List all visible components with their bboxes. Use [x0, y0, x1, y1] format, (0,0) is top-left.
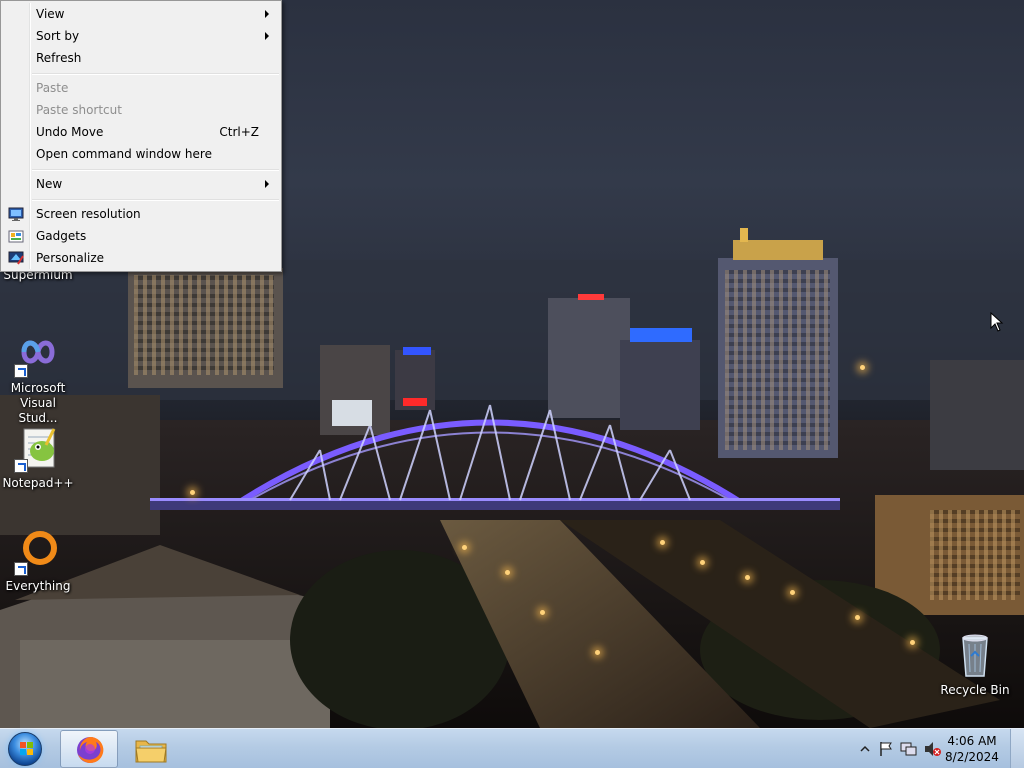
menu-item-personalize[interactable]: Personalize	[3, 247, 279, 269]
taskbar-button-firefox[interactable]	[60, 730, 118, 768]
clock-date: 8/2/2024	[945, 750, 999, 764]
street-light	[505, 570, 510, 575]
menu-item-open-command-window[interactable]: Open command window here	[3, 143, 279, 165]
desktop-icon-visual-studio[interactable]: Microsoft Visual Stud...	[0, 330, 76, 426]
visual-studio-icon	[14, 330, 62, 378]
submenu-arrow-icon	[265, 180, 269, 188]
menu-item-screen-resolution[interactable]: Screen resolution	[3, 203, 279, 225]
building-window-lights	[134, 275, 274, 375]
street-light	[790, 590, 795, 595]
menu-item-view[interactable]: View	[3, 3, 279, 25]
personalize-icon	[8, 251, 24, 265]
recycle-bin-icon	[951, 632, 999, 680]
desktop-icon-label: Microsoft Visual Stud...	[10, 381, 66, 425]
desktop-icon-label: Notepad++	[2, 476, 74, 490]
notepad-plus-plus-icon	[14, 425, 62, 473]
menu-item-label: Personalize	[36, 251, 105, 265]
street-light	[462, 545, 467, 550]
menu-item-gadgets[interactable]: Gadgets	[3, 225, 279, 247]
street-light	[595, 650, 600, 655]
menu-item-label: Refresh	[36, 51, 82, 65]
shortcut-arrow-icon	[14, 364, 28, 378]
building-window-lights	[930, 510, 1020, 600]
desktop-icon-label: Recycle Bin	[940, 683, 1010, 697]
menu-item-label: Open command window here	[36, 147, 212, 161]
shortcut-arrow-icon	[14, 459, 28, 473]
windows-logo-icon	[8, 732, 42, 766]
menu-item-shortcut: Ctrl+Z	[219, 125, 259, 139]
street-light	[660, 540, 665, 545]
street-light	[700, 560, 705, 565]
gadgets-icon	[8, 230, 24, 243]
submenu-arrow-icon	[265, 32, 269, 40]
building-window-lights	[725, 270, 830, 450]
menu-separator	[32, 199, 279, 201]
menu-item-label: Undo Move	[36, 125, 104, 139]
show-desktop-button[interactable]	[1010, 729, 1024, 768]
menu-item-label: Screen resolution	[36, 207, 141, 221]
taskbar: 4:06 AM 8/2/2024	[0, 728, 1024, 768]
desktop-icon-everything[interactable]: Everything	[0, 528, 76, 594]
menu-separator	[32, 169, 279, 171]
street-light	[745, 575, 750, 580]
firefox-icon	[77, 736, 104, 763]
menu-item-sort-by[interactable]: Sort by	[3, 25, 279, 47]
street-light	[910, 640, 915, 645]
street-light	[540, 610, 545, 615]
mouse-cursor-icon	[990, 312, 1004, 332]
desktop-icon-label: Everything	[5, 579, 71, 593]
desktop-icon-notepad-plus-plus[interactable]: Notepad++	[0, 425, 76, 491]
menu-item-label: New	[36, 177, 63, 191]
screen-resolution-icon	[8, 207, 24, 221]
menu-separator	[32, 73, 279, 75]
clock-time: 4:06 AM	[947, 734, 997, 748]
menu-item-label: View	[36, 7, 65, 21]
start-button[interactable]	[4, 730, 48, 768]
menu-item-refresh[interactable]: Refresh	[3, 47, 279, 69]
shortcut-arrow-icon	[14, 562, 28, 576]
street-light	[860, 365, 865, 370]
menu-item-label: Paste shortcut	[36, 103, 122, 117]
desktop-context-menu: View Sort by Refresh Paste Paste shortcu…	[0, 0, 282, 272]
menu-item-label: Paste	[36, 81, 69, 95]
menu-item-undo-move[interactable]: Undo Move Ctrl+Z	[3, 121, 279, 143]
folder-icon	[135, 740, 167, 763]
menu-item-new[interactable]: New	[3, 173, 279, 195]
taskbar-clock[interactable]: 4:06 AM 8/2/2024	[942, 733, 1002, 765]
action-center-flag-icon[interactable]	[878, 741, 894, 757]
street-light	[855, 615, 860, 620]
network-icon[interactable]	[900, 741, 918, 757]
show-hidden-icons-chevron[interactable]	[860, 744, 870, 754]
menu-item-paste[interactable]: Paste	[3, 77, 279, 99]
submenu-arrow-icon	[265, 10, 269, 18]
menu-item-label: Sort by	[36, 29, 80, 43]
menu-item-paste-shortcut[interactable]: Paste shortcut	[3, 99, 279, 121]
volume-muted-icon[interactable]	[924, 741, 942, 757]
menu-item-label: Gadgets	[36, 229, 87, 243]
everything-search-icon	[14, 528, 62, 576]
taskbar-button-explorer[interactable]	[122, 730, 180, 768]
system-tray: 4:06 AM 8/2/2024	[834, 729, 1024, 768]
desktop-icon-recycle-bin[interactable]: Recycle Bin	[937, 632, 1013, 698]
street-light	[190, 490, 195, 495]
